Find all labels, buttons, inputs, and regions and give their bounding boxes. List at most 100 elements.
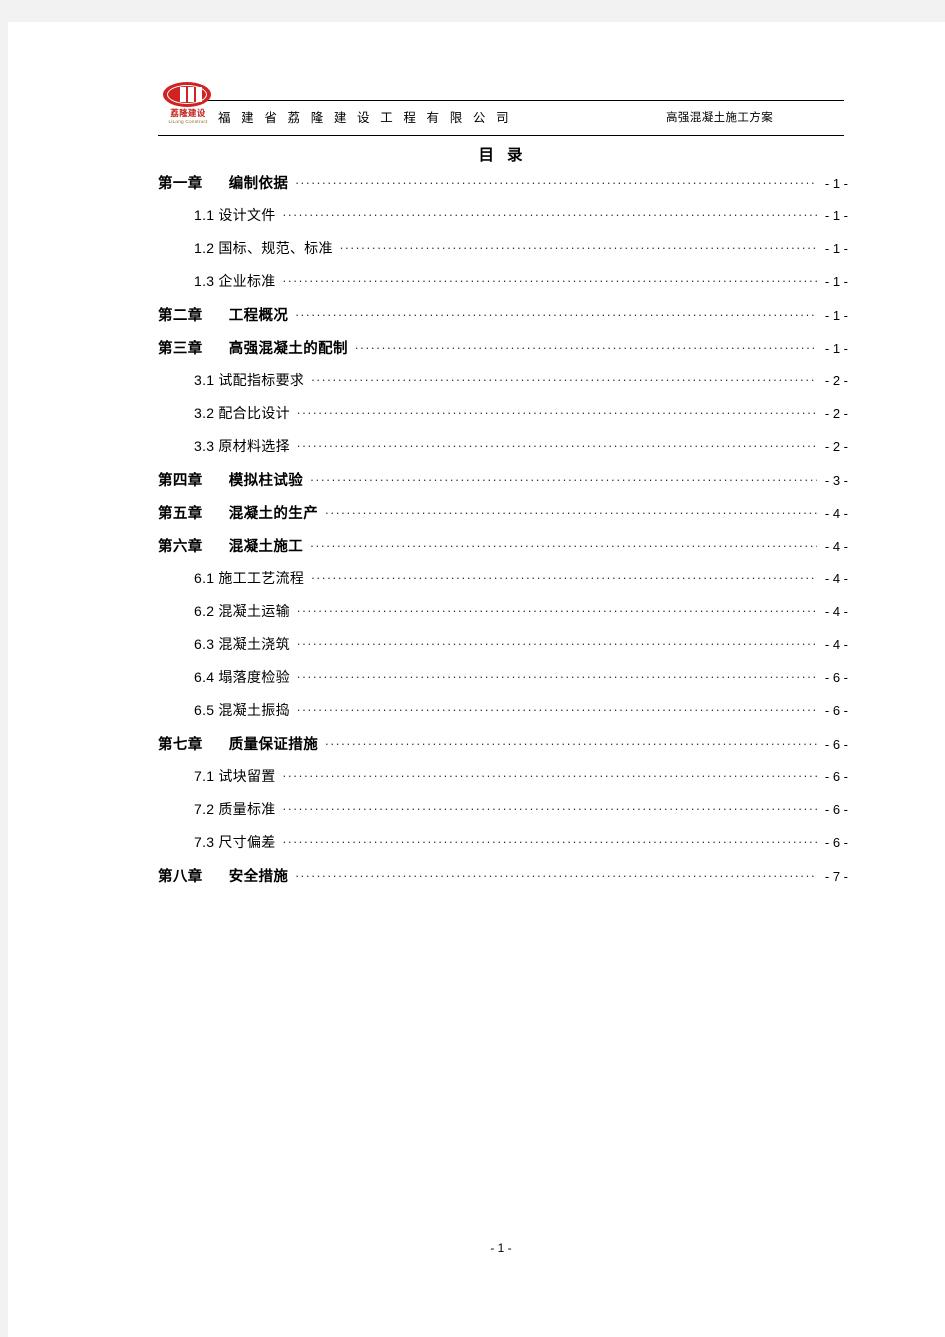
toc-entry[interactable]: 第七章 质量保证措施 - 6 - [158,733,848,766]
toc-entry-page-number: - 4 - [824,604,848,619]
toc-dot-leader [283,800,817,814]
toc-section-number: 1.3 [194,273,215,289]
toc-entry-label: 第八章 安全措施 [158,865,288,886]
toc-entry-page-number: - 6 - [824,703,848,718]
toc-section-number: 6.4 [194,669,215,685]
toc-entry[interactable]: 第六章 混凝土施工 - 4 - [158,535,848,568]
toc-section-number: 6.3 [194,636,215,652]
toc-dot-leader [340,239,817,253]
toc-entry-text: 质量保证措施 [228,737,319,753]
toc-entry[interactable]: 6.1施工工艺流程 - 4 - [158,568,848,601]
toc-section-number: 3.3 [194,438,215,454]
toc-entry[interactable]: 7.3尺寸偏差 - 6 - [158,832,848,865]
toc-chapter-number: 第二章 [158,308,203,324]
toc-entry-page-number: - 3 - [824,473,848,488]
toc-entry-label: 第四章 模拟柱试验 [158,469,303,490]
toc-entry[interactable]: 3.3原材料选择 - 2 - [158,436,848,469]
toc-entry[interactable]: 第五章 混凝土的生产 - 4 - [158,502,848,535]
toc-entry-text: 塌落度检验 [218,669,290,685]
toc-entry-page-number: - 1 - [824,208,848,223]
toc-entry-page-number: - 2 - [824,373,848,388]
toc-entry[interactable]: 6.3混凝土浇筑 - 4 - [158,634,848,667]
toc-section-number: 6.5 [194,702,215,718]
toc-entry[interactable]: 第三章 高强混凝土的配制 - 1 - [158,337,848,370]
toc-entry-label: 7.3 尺寸偏差 [194,832,276,852]
toc-dot-leader [355,339,817,353]
toc-entry[interactable]: 第二章 工程概况 - 1 - [158,304,848,337]
toc-entry-text: 尺寸偏差 [218,834,276,850]
toc-entry-page-number: - 2 - [824,439,848,454]
header-top-rule [203,100,844,101]
toc-chapter-number: 第六章 [158,539,203,555]
toc-entry-page-number: - 1 - [824,241,848,256]
toc-entry-label: 第二章 工程概况 [158,304,288,325]
toc-entry-text: 混凝土施工 [228,539,304,555]
toc-entry-text: 原材料选择 [218,438,290,454]
toc-dot-leader [283,833,817,847]
toc-entry-text: 工程概况 [228,308,289,324]
toc-entry[interactable]: 1.3企业标准 - 1 - [158,271,848,304]
page-title: 目录 [158,143,844,165]
toc-dot-leader [295,867,817,881]
toc-dot-leader [325,735,817,749]
toc-entry-label: 7.1 试块留置 [194,766,276,786]
header-bottom-rule [158,135,844,136]
toc-entry-page-number: - 1 - [824,341,848,356]
toc-entry[interactable]: 第四章 模拟柱试验 - 3 - [158,469,848,502]
toc-entry-text: 配合比设计 [218,405,290,421]
toc-entry-text: 质量标准 [218,801,276,817]
toc-entry-page-number: - 4 - [824,571,848,586]
toc-entry-text: 施工工艺流程 [218,570,305,586]
toc-entry-label: 第三章 高强混凝土的配制 [158,337,348,358]
toc-entry[interactable]: 6.2混凝土运输 - 4 - [158,601,848,634]
logo-bar-center [188,87,194,102]
toc-entry[interactable]: 6.5混凝土振捣 - 6 - [158,700,848,733]
toc-entry-label: 3.1 试配指标要求 [194,370,304,390]
toc-dot-leader [325,504,817,518]
logo-english-text: LiLong Construct [168,119,208,124]
toc-dot-leader [310,537,817,551]
toc-entry-page-number: - 6 - [824,737,848,752]
toc-entry-text: 试配指标要求 [218,372,305,388]
toc-entry-label: 第七章 质量保证措施 [158,733,318,754]
toc-entry[interactable]: 3.2配合比设计 - 2 - [158,403,848,436]
toc-entry[interactable]: 1.1设计文件 - 1 - [158,205,848,238]
toc-entry-page-number: - 4 - [824,506,848,521]
toc-entry[interactable]: 7.2质量标准 - 6 - [158,799,848,832]
toc-section-number: 1.1 [194,207,215,223]
toc-entry-text: 混凝土振捣 [218,702,290,718]
page-header: 荔隆建设 LiLong Construct 福 建 省 荔 隆 建 设 工 程 … [158,80,844,138]
toc-entry[interactable]: 1.2国标、规范、标准 - 1 - [158,238,848,271]
toc-chapter-number: 第一章 [158,176,203,192]
toc-entry[interactable]: 3.1试配指标要求 - 2 - [158,370,848,403]
footer-page-number: - 1 - [490,1241,512,1255]
toc-entry-page-number: - 4 - [824,637,848,652]
toc-dot-leader [297,602,817,616]
toc-entry-text: 混凝土运输 [218,603,290,619]
toc-entry-label: 6.4 塌落度检验 [194,667,290,687]
toc-section-number: 7.2 [194,801,215,817]
toc-entry-label: 6.1 施工工艺流程 [194,568,304,588]
toc-entry[interactable]: 第八章 安全措施 - 7 - [158,865,848,898]
toc-section-number: 7.3 [194,834,215,850]
company-name: 福 建 省 荔 隆 建 设 工 程 有 限 公 司 [218,111,513,125]
toc-entry[interactable]: 6.4塌落度检验 - 6 - [158,667,848,700]
toc-entry[interactable]: 第一章 编制依据 - 1 - [158,172,848,205]
toc-dot-leader [297,701,817,715]
toc-dot-leader [283,272,817,286]
toc-dot-leader [283,206,817,220]
toc-chapter-number: 第三章 [158,341,203,357]
toc-entry-label: 3.2 配合比设计 [194,403,290,423]
toc-entry-text: 混凝土浇筑 [218,636,290,652]
toc-entry-page-number: - 7 - [824,869,848,884]
toc-entry-label: 第六章 混凝土施工 [158,535,303,556]
toc-section-number: 3.2 [194,405,215,421]
document-page: 荔隆建设 LiLong Construct 福 建 省 荔 隆 建 设 工 程 … [8,22,945,1337]
toc-section-number: 3.1 [194,372,215,388]
logo-bar-right [196,87,202,102]
toc-entry-label: 第一章 编制依据 [158,172,288,193]
toc-entry-label: 1.3 企业标准 [194,271,276,291]
toc-chapter-number: 第五章 [158,506,203,522]
toc-entry[interactable]: 7.1试块留置 - 6 - [158,766,848,799]
toc-chapter-number: 第七章 [158,737,203,753]
